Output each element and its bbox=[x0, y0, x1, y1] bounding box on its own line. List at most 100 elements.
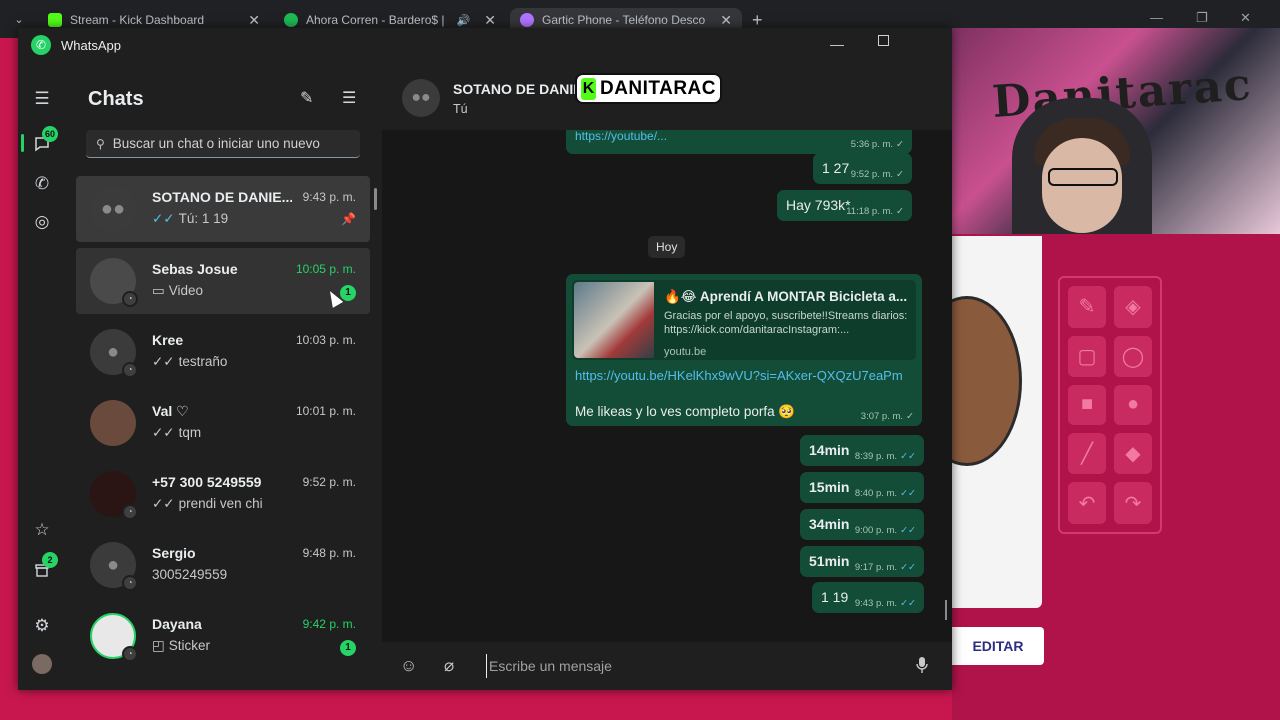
message-link[interactable]: https://youtu.be/HKelKhx9wVU?si=AKxer-QX… bbox=[575, 368, 903, 383]
maximize-icon[interactable] bbox=[878, 35, 889, 46]
chat-preview-text: Tú: 1 19 bbox=[178, 211, 229, 226]
calls-icon[interactable]: ✆ bbox=[30, 172, 54, 196]
new-chat-icon[interactable]: ✎ bbox=[300, 88, 313, 108]
chat-row-sergio[interactable]: ● ◔ Sergio 9:48 p. m. 3005249559 bbox=[76, 532, 370, 598]
search-box[interactable]: ⚲ bbox=[86, 130, 360, 158]
chat-preview-text: Sticker bbox=[168, 638, 211, 653]
chat-name: +57 300 5249559 bbox=[152, 474, 262, 490]
conversation-header[interactable]: ●● SOTANO DE DANIE Tú K DANITARAC bbox=[382, 62, 952, 130]
conversation-subtitle: Tú bbox=[453, 102, 468, 116]
link-title: 🔥😂 Aprendí A MONTAR Bicicleta a... bbox=[664, 289, 908, 304]
unread-badge: 1 bbox=[340, 640, 356, 656]
message-bubble[interactable]: 1 27 9:52 p. m. ✓ bbox=[813, 153, 912, 184]
chat-row-phone-number[interactable]: ◔ +57 300 5249559 9:52 p. m. ✓✓ prendi ve… bbox=[76, 461, 370, 527]
chat-name: Kree bbox=[152, 332, 184, 348]
delivered-receipt-icon: ✓✓ bbox=[152, 425, 175, 440]
kick-username-overlay: K DANITARAC bbox=[575, 73, 722, 104]
speaker-icon[interactable]: 🔊 bbox=[457, 14, 471, 27]
day-divider: Hoy bbox=[648, 236, 686, 258]
undo-tool-icon[interactable]: ↶ bbox=[1068, 482, 1106, 524]
edit-button[interactable]: EDITAR bbox=[952, 627, 1044, 665]
tab-search-button[interactable]: ⌄ bbox=[8, 10, 30, 30]
drawing-board[interactable] bbox=[952, 236, 1042, 608]
menu-icon[interactable]: ☰ bbox=[30, 87, 54, 111]
conversation-panel: ●● SOTANO DE DANIE Tú K DANITARAC https:… bbox=[382, 62, 952, 690]
attach-icon[interactable]: ⌀ bbox=[444, 656, 454, 676]
message-input[interactable] bbox=[486, 654, 906, 678]
chat-time: 10:01 p. m. bbox=[295, 404, 356, 418]
spotify-icon bbox=[284, 13, 298, 27]
read-receipt-icon: ✓✓ bbox=[152, 211, 175, 226]
circle-tool-icon[interactable]: ◯ bbox=[1114, 335, 1152, 378]
chat-preview: ▭ Video bbox=[152, 283, 203, 299]
chat-list-panel: Chats ✎ ☰ ⚲ ●● SOTANO DE DANIE... 9:43 p… bbox=[66, 62, 382, 690]
chat-row-sotano[interactable]: ●● SOTANO DE DANIE... 9:43 p. m. ✓✓ Tú: 1… bbox=[76, 176, 370, 242]
eraser-tool-icon[interactable]: ◈ bbox=[1114, 286, 1152, 328]
message-bubble[interactable]: 34min 9:00 p. m. ✓✓ bbox=[800, 509, 924, 540]
status-icon[interactable]: ◎ bbox=[30, 210, 54, 234]
link-message-bubble[interactable]: 🔥😂 Aprendí A MONTAR Bicicleta a... Graci… bbox=[566, 274, 922, 426]
microphone-icon[interactable] bbox=[916, 656, 928, 674]
chat-time: 10:03 p. m. bbox=[295, 333, 356, 347]
message-scrollbar[interactable] bbox=[945, 600, 947, 620]
message-bubble[interactable]: https://youtube/... 5:36 p. m. ✓ bbox=[566, 130, 912, 154]
status-ring-icon: ◔ bbox=[122, 504, 138, 520]
message-list[interactable]: https://youtube/... 5:36 p. m. ✓ 1 27 9:5… bbox=[382, 130, 952, 642]
fill-bucket-tool-icon[interactable]: ◆ bbox=[1114, 432, 1152, 475]
chats-icon[interactable]: 60 bbox=[30, 126, 59, 156]
close-tab-icon[interactable]: ✕ bbox=[484, 12, 496, 29]
chat-time: 9:52 p. m. bbox=[302, 475, 356, 489]
tab-title: Ahora Corren - Bardero$ | bbox=[306, 13, 445, 27]
chat-row-kree[interactable]: ● ◔ Kree 10:03 p. m. ✓✓ testraño bbox=[76, 319, 370, 385]
message-bubble[interactable]: 1 19 9:43 p. m. ✓✓ bbox=[812, 582, 924, 613]
pencil-tool-icon[interactable]: ✎ bbox=[1068, 286, 1106, 328]
redo-tool-icon[interactable]: ↷ bbox=[1114, 482, 1152, 524]
settings-icon[interactable]: ⚙ bbox=[30, 614, 54, 638]
message-meta: 11:18 p. m. ✓ bbox=[846, 206, 904, 217]
chat-row-dayana[interactable]: ◔ Dayana 9:42 p. m. ◰ Sticker 1 bbox=[76, 603, 370, 669]
group-avatar-icon: ●● bbox=[90, 186, 136, 232]
chats-heading: Chats bbox=[88, 88, 144, 110]
message-text: 51min bbox=[809, 553, 850, 569]
archive-icon[interactable]: 2 bbox=[30, 552, 58, 582]
filled-rectangle-tool-icon[interactable]: ■ bbox=[1068, 385, 1106, 425]
chat-time: 9:42 p. m. bbox=[302, 617, 356, 631]
close-tab-icon[interactable]: ✕ bbox=[248, 12, 260, 29]
minimize-icon[interactable]: — bbox=[830, 36, 844, 52]
filter-icon[interactable]: ☰ bbox=[342, 88, 356, 108]
message-bubble[interactable]: 15min 8:40 p. m. ✓✓ bbox=[800, 472, 924, 503]
restore-icon[interactable]: ❐ bbox=[1196, 10, 1208, 26]
link-domain: youtu.be bbox=[664, 346, 707, 358]
profile-avatar[interactable] bbox=[32, 654, 52, 674]
chat-list-scrollbar[interactable] bbox=[374, 188, 377, 210]
chat-row-sebas-josue[interactable]: ◔ Sebas Josue 10:05 p. m. ▭ Video 1 bbox=[76, 248, 370, 314]
message-text: Me likeas y lo ves completo porfa 🥺 bbox=[575, 404, 796, 419]
chat-preview-text: prendi ven chi bbox=[178, 496, 263, 511]
chat-row-val[interactable]: Val ♡ 10:01 p. m. ✓✓ tqm bbox=[76, 390, 370, 456]
kick-logo-icon: K bbox=[581, 77, 596, 100]
chat-preview-text: 3005249559 bbox=[152, 567, 228, 582]
chat-preview-text: Video bbox=[168, 283, 204, 298]
message-meta: 9:17 p. m. ✓✓ bbox=[854, 562, 916, 573]
message-text: 14min bbox=[809, 442, 850, 458]
minimize-icon[interactable]: — bbox=[1150, 10, 1163, 25]
chat-time: 10:05 p. m. bbox=[295, 262, 356, 276]
search-input[interactable] bbox=[112, 136, 353, 151]
chat-name: Sebas Josue bbox=[152, 261, 238, 277]
starred-icon[interactable]: ☆ bbox=[30, 518, 54, 542]
close-icon[interactable]: ✕ bbox=[1240, 10, 1251, 26]
gartic-icon bbox=[520, 13, 534, 27]
streamer-username: DANITARAC bbox=[599, 77, 716, 99]
message-bubble[interactable]: 51min 9:17 p. m. ✓✓ bbox=[800, 546, 924, 577]
emoji-icon[interactable]: ☺ bbox=[400, 656, 417, 676]
close-tab-icon[interactable]: ✕ bbox=[720, 12, 732, 29]
link-thumbnail bbox=[574, 282, 654, 358]
link-preview-card[interactable]: 🔥😂 Aprendí A MONTAR Bicicleta a... Graci… bbox=[572, 280, 916, 360]
filled-circle-tool-icon[interactable]: ● bbox=[1114, 385, 1152, 425]
rectangle-tool-icon[interactable]: ▢ bbox=[1068, 335, 1106, 378]
line-tool-icon[interactable]: ╱ bbox=[1068, 432, 1106, 475]
message-meta: 5:36 p. m. ✓ bbox=[850, 139, 904, 150]
pin-icon: 📌 bbox=[341, 212, 356, 226]
message-bubble[interactable]: 14min 8:39 p. m. ✓✓ bbox=[800, 435, 924, 466]
message-bubble[interactable]: Hay 793k* 11:18 p. m. ✓ bbox=[777, 190, 912, 221]
